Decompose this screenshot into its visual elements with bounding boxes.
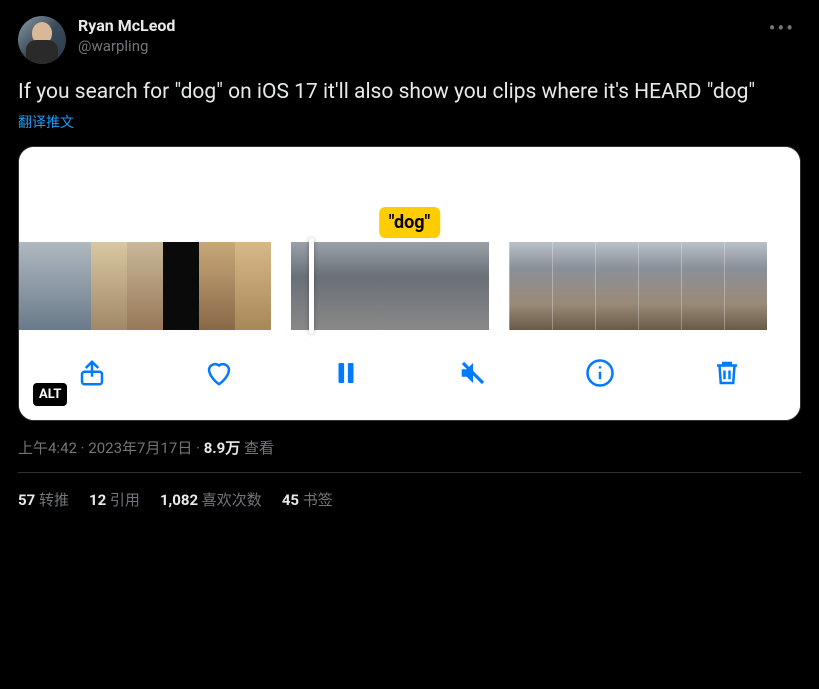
video-frame [55, 242, 91, 330]
retweets-stat[interactable]: 57 转推 [18, 489, 69, 510]
video-frame [552, 242, 595, 330]
video-frame [91, 242, 127, 330]
info-icon[interactable] [583, 356, 617, 390]
video-frame [127, 242, 163, 330]
video-frame [595, 242, 638, 330]
video-frame [235, 242, 271, 330]
audio-match-marker [414, 232, 428, 238]
bookmarks-stat[interactable]: 45 书签 [282, 489, 333, 510]
video-timeline[interactable] [19, 242, 800, 334]
views-count: 8.9万 [204, 439, 241, 457]
tweet-date[interactable]: 2023年7月17日 [88, 439, 192, 457]
clip-group[interactable] [509, 242, 767, 330]
video-frame [357, 242, 423, 330]
pause-icon[interactable] [329, 356, 363, 390]
video-frame [724, 242, 767, 330]
tweet-container: Ryan McLeod @warpling ••• If you search … [0, 0, 819, 526]
tweet-meta: 上午4:42 · 2023年7月17日 · 8.9万 查看 [18, 437, 801, 458]
clip-group[interactable] [19, 242, 271, 330]
avatar[interactable] [18, 16, 66, 64]
search-highlight-badge: "dog" [379, 207, 441, 238]
video-frame [681, 242, 724, 330]
more-icon[interactable]: ••• [763, 16, 801, 40]
tweet-stats: 57 转推 12 引用 1,082 喜欢次数 45 书签 [18, 473, 801, 510]
playhead[interactable] [309, 238, 314, 334]
tweet-text: If you search for "dog" on iOS 17 it'll … [18, 78, 801, 106]
quotes-stat[interactable]: 12 引用 [89, 489, 140, 510]
user-handle: @warpling [78, 36, 763, 56]
heart-icon[interactable] [202, 356, 236, 390]
views-label: 查看 [244, 439, 274, 457]
media-card[interactable]: "dog" [18, 146, 801, 421]
video-frame [19, 242, 55, 330]
video-frame [509, 242, 552, 330]
likes-stat[interactable]: 1,082 喜欢次数 [160, 489, 262, 510]
user-names[interactable]: Ryan McLeod @warpling [78, 16, 763, 56]
video-frame [291, 242, 357, 330]
translate-link[interactable]: 翻译推文 [18, 112, 801, 132]
alt-badge[interactable]: ALT [33, 383, 67, 406]
video-frame [423, 242, 489, 330]
clip-group-active[interactable] [291, 242, 489, 330]
media-toolbar [19, 334, 800, 420]
share-icon[interactable] [75, 356, 109, 390]
mute-icon[interactable] [456, 356, 490, 390]
media-header-area: "dog" [19, 147, 800, 242]
tweet-time[interactable]: 上午4:42 [18, 439, 77, 457]
tweet-header: Ryan McLeod @warpling ••• [18, 16, 801, 64]
display-name: Ryan McLeod [78, 16, 763, 36]
trash-icon[interactable] [710, 356, 744, 390]
video-frame [199, 242, 235, 330]
video-frame [638, 242, 681, 330]
video-frame [163, 242, 199, 330]
